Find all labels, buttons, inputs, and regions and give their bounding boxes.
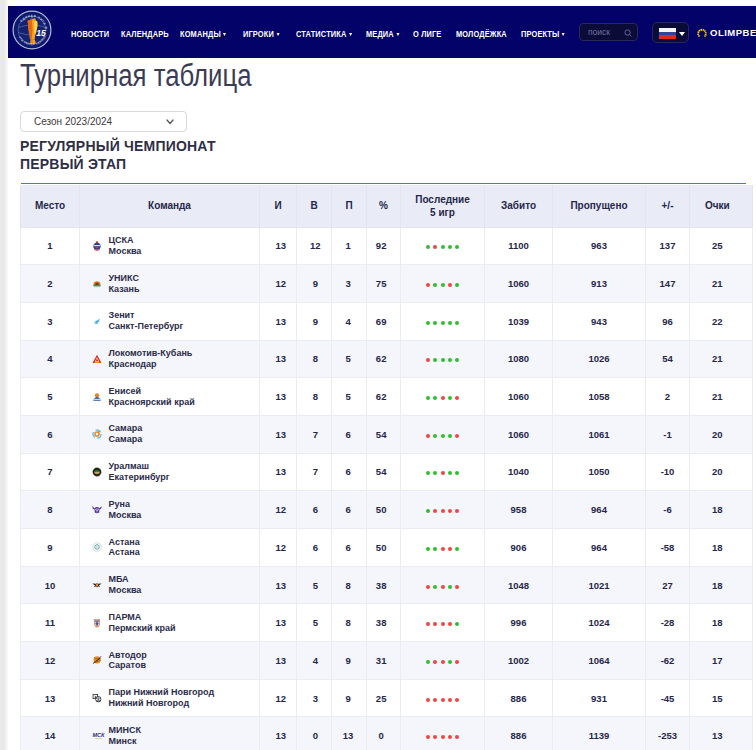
svg-text:МСК: МСК xyxy=(92,733,105,739)
